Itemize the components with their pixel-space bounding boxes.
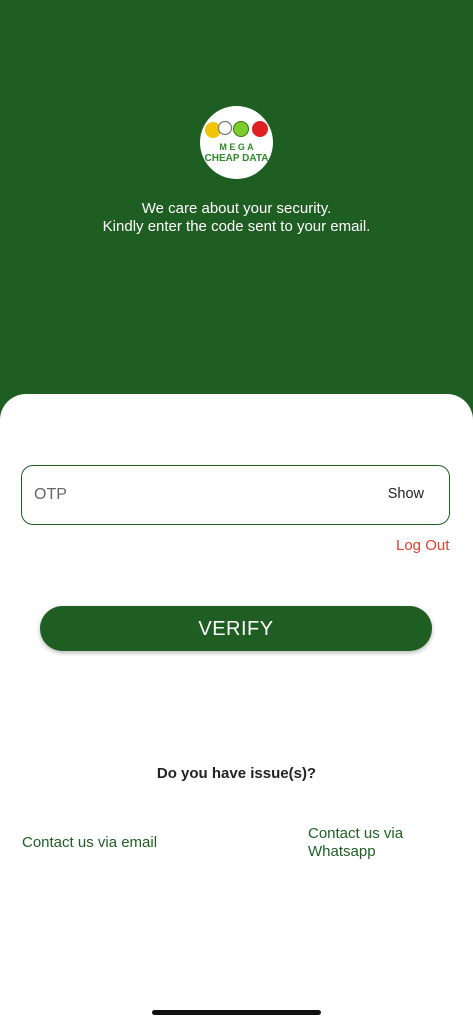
logout-link[interactable]: Log Out	[396, 537, 449, 554]
otp-field: Show	[21, 465, 450, 525]
otp-input[interactable]	[34, 466, 364, 523]
security-message-line2: Kindly enter the code sent to your email…	[102, 218, 371, 235]
contact-whatsapp-link[interactable]: Contact us via Whatsapp	[308, 825, 448, 861]
app-logo: M E G A CHEAP DATA	[200, 106, 273, 179]
security-message-line1: We care about your security.	[141, 200, 332, 217]
show-password-toggle[interactable]: Show	[388, 486, 424, 502]
logo-text-bottom: CHEAP DATA	[205, 153, 269, 164]
header-banner: M E G A CHEAP DATA We care about your se…	[0, 0, 473, 420]
verify-button[interactable]: VERIFY	[40, 606, 432, 651]
home-indicator[interactable]	[152, 1010, 321, 1015]
contact-email-link[interactable]: Contact us via email	[22, 834, 157, 851]
mega-cheap-data-logo-icon: M E G A CHEAP DATA	[205, 120, 269, 164]
contact-whatsapp-line1: Contact us via	[308, 825, 404, 842]
issues-heading: Do you have issue(s)?	[156, 765, 317, 782]
contact-whatsapp-line2: Whatsapp	[308, 843, 376, 860]
logo-text-top: M E G A	[219, 142, 254, 152]
security-message: We care about your security. Kindly ente…	[0, 200, 473, 236]
